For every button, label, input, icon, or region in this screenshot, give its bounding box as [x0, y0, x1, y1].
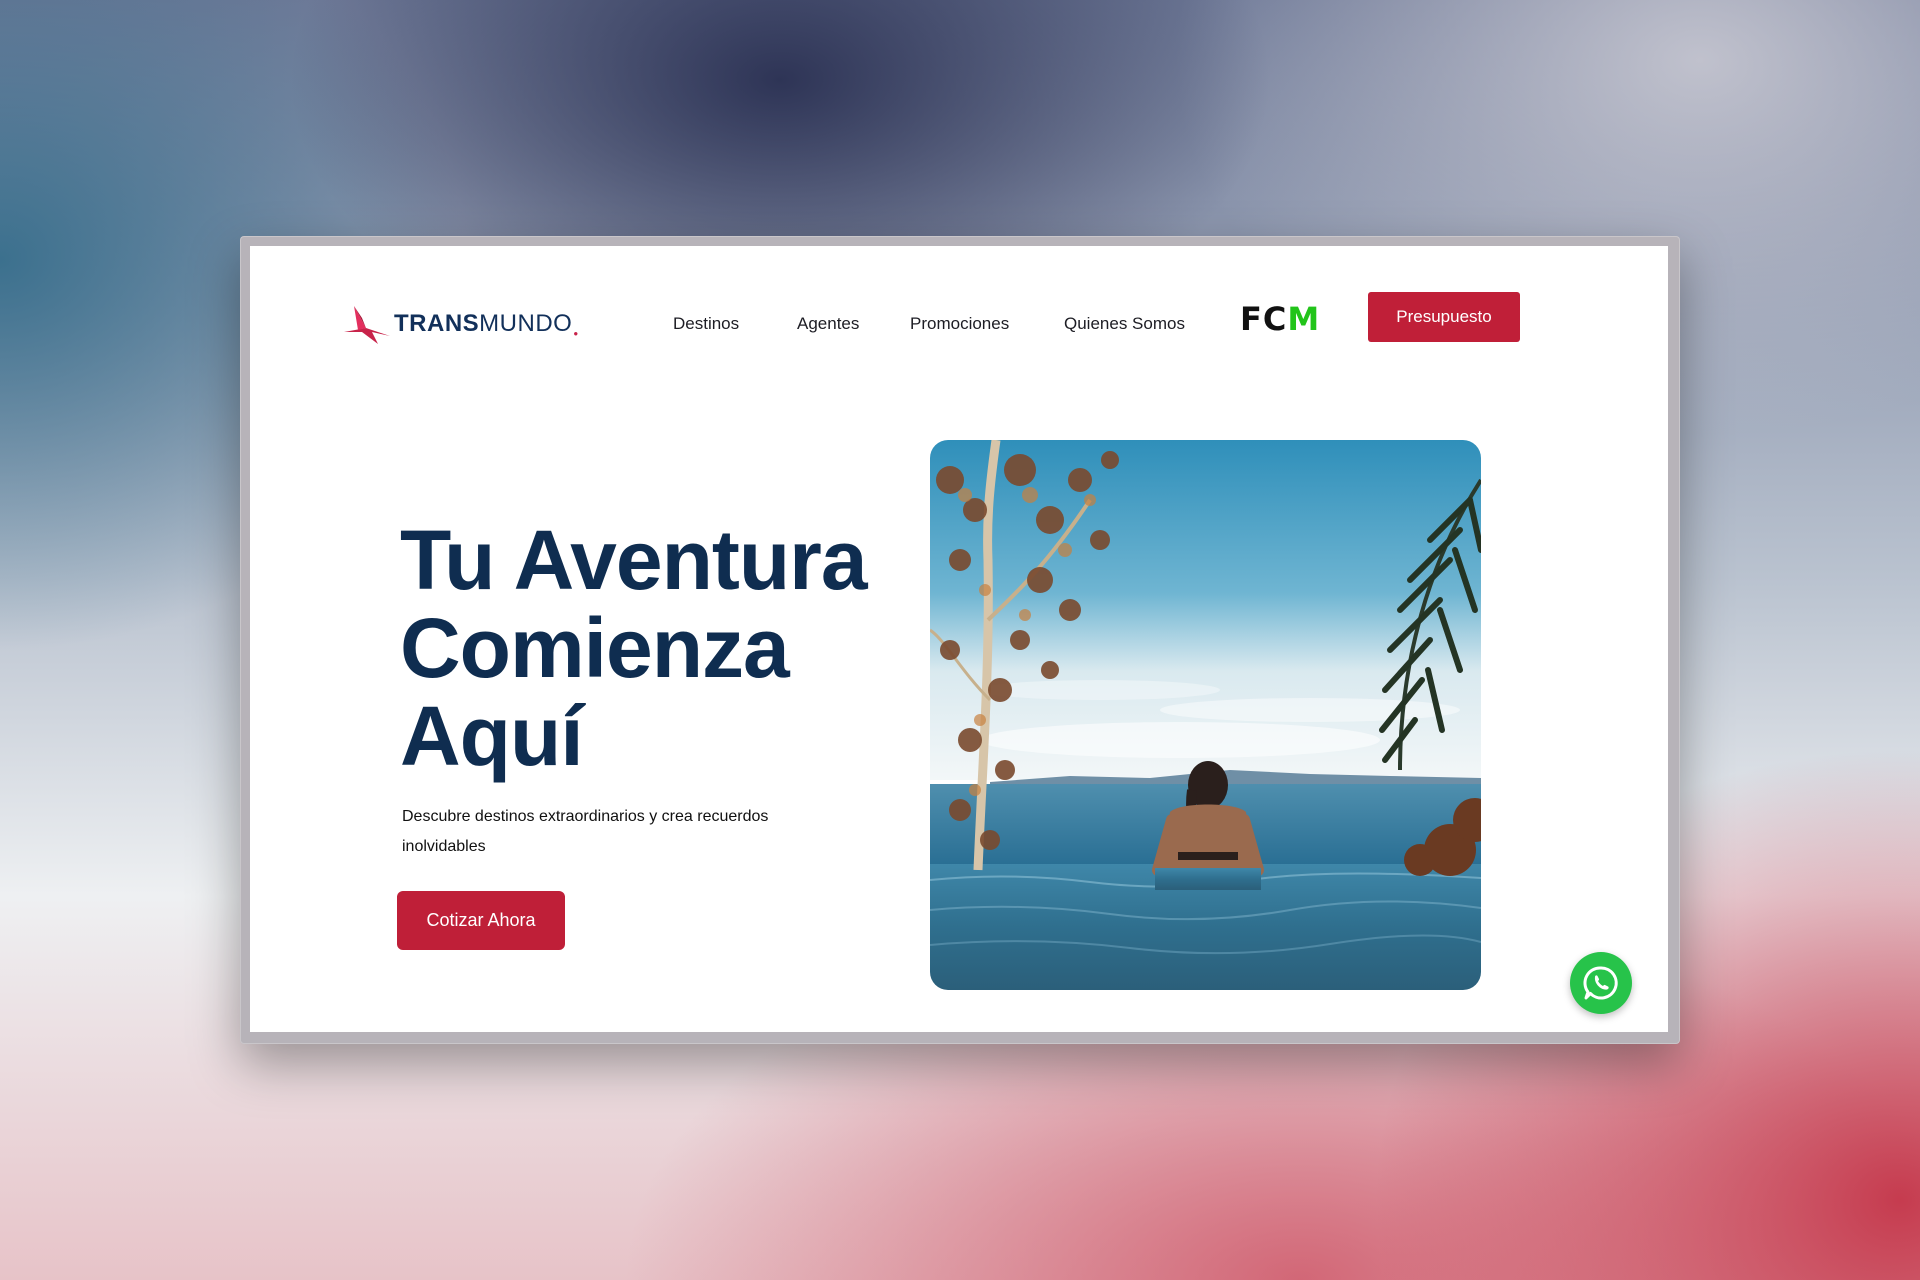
infinity-pool-ocean-photo [930, 440, 1481, 990]
whatsapp-icon [1583, 966, 1618, 1000]
nav-item-quienes-somos[interactable]: Quienes Somos [1064, 308, 1185, 340]
logo-wordmark: TRANSMUNDO● [394, 310, 579, 338]
hero-title-line-2: Comienza [400, 601, 790, 695]
presupuesto-button[interactable]: Presupuesto [1368, 292, 1520, 342]
logo-text-mundo: MUNDO [479, 310, 573, 337]
fcm-logo-m: M [1287, 300, 1321, 338]
hero-title: Tu Aventura Comienza Aquí [400, 516, 920, 780]
fcm-partner-logo[interactable]: FCM [1240, 300, 1320, 338]
registered-mark-icon: ● [573, 329, 579, 338]
transmundo-logo[interactable]: TRANSMUNDO● [342, 302, 579, 346]
nav-item-promociones[interactable]: Promociones [910, 308, 1009, 340]
logo-text-trans: TRANS [394, 310, 480, 337]
hero-title-line-1: Tu Aventura [400, 513, 868, 607]
whatsapp-button[interactable] [1570, 952, 1632, 1014]
browser-frame: TRANSMUNDO● Destinos Agentes Promociones… [240, 236, 1680, 1044]
hero-title-line-3: Aquí [400, 689, 584, 783]
hero-subtitle: Descubre destinos extraordinarios y crea… [402, 808, 769, 855]
cotizar-ahora-button[interactable]: Cotizar Ahora [397, 891, 565, 950]
red-bird-icon [344, 306, 390, 344]
nav-item-destinos[interactable]: Destinos [673, 308, 739, 340]
website-page: TRANSMUNDO● Destinos Agentes Promociones… [250, 246, 1668, 1032]
nav-item-agentes[interactable]: Agentes [797, 308, 859, 340]
fcm-logo-fc: FC [1240, 300, 1288, 338]
